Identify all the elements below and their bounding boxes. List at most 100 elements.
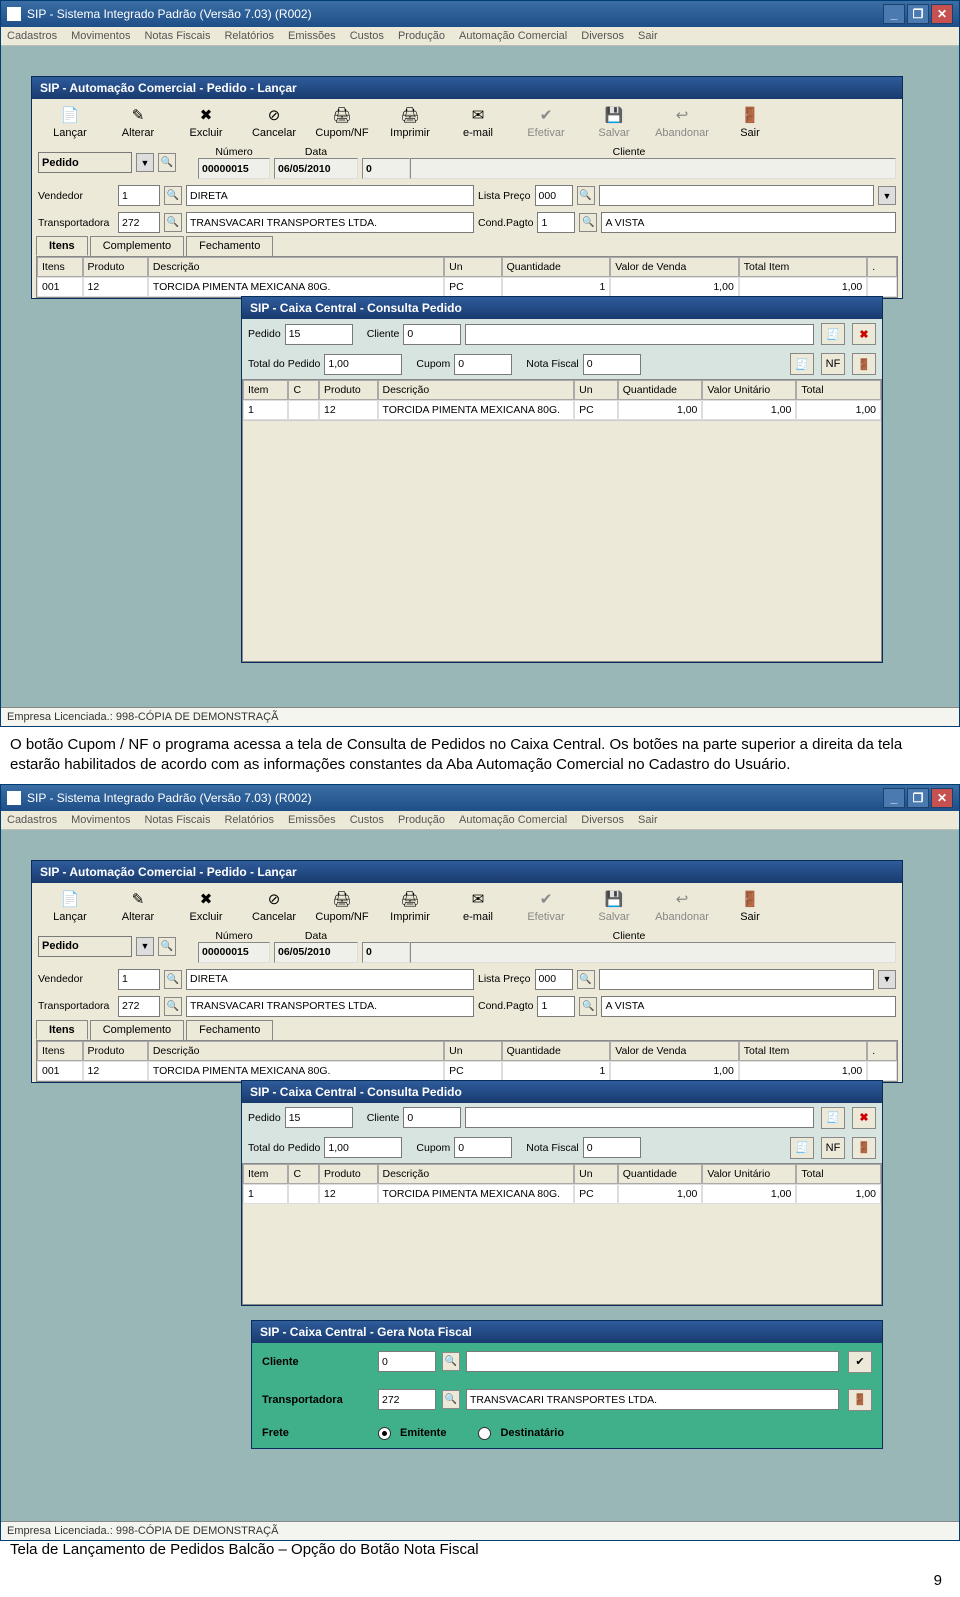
minimize-button[interactable]: _: [883, 4, 905, 24]
vendedor-cod-field[interactable]: 1: [118, 185, 160, 206]
search-icon[interactable]: 🔍: [164, 997, 182, 1016]
chevron-down-icon[interactable]: ▼: [136, 937, 154, 956]
menu-item[interactable]: Diversos: [581, 30, 624, 42]
excluir-button[interactable]: ✖Excluir: [172, 887, 240, 925]
pedido-combo[interactable]: Pedido: [38, 152, 132, 173]
receipt-button-2[interactable]: 🧾: [790, 353, 814, 375]
lista-field[interactable]: 000: [535, 969, 573, 990]
radio-emitente[interactable]: [378, 1427, 391, 1440]
search-icon[interactable]: 🔍: [577, 970, 595, 989]
exit-button[interactable]: 🚪: [848, 1389, 872, 1411]
cond-cod-field[interactable]: 1: [537, 996, 575, 1017]
receipt-button[interactable]: 🧾: [821, 1107, 845, 1129]
modal2-cliente-field[interactable]: 0: [378, 1351, 436, 1372]
maximize-button[interactable]: ❐: [907, 4, 929, 24]
search-icon[interactable]: 🔍: [579, 213, 597, 232]
tab-complemento[interactable]: Complemento: [90, 236, 184, 256]
menu-item[interactable]: Sair: [638, 814, 658, 826]
receipt-button-2[interactable]: 🧾: [790, 1137, 814, 1159]
mail-icon: ✉: [468, 105, 488, 125]
search-icon[interactable]: 🔍: [164, 970, 182, 989]
table-row[interactable]: 001 12 TORCIDA PIMENTA MEXICANA 80G. PC …: [37, 1061, 897, 1081]
close-modal-button[interactable]: ✖: [852, 323, 876, 345]
exit-modal-button[interactable]: 🚪: [852, 353, 876, 375]
imprimir-button[interactable]: 🖨Imprimir: [376, 887, 444, 925]
mail-icon: ✉: [468, 889, 488, 909]
cupom-nf-button[interactable]: 🖨Cupom/NF: [308, 887, 376, 925]
email-button[interactable]: ✉e-mail: [444, 103, 512, 141]
chevron-down-icon[interactable]: ▼: [878, 186, 896, 205]
close-modal-button[interactable]: ✖: [852, 1107, 876, 1129]
search-icon[interactable]: 🔍: [579, 997, 597, 1016]
menu-item[interactable]: Cadastros: [7, 814, 57, 826]
search-icon[interactable]: 🔍: [158, 937, 176, 956]
sair-button[interactable]: 🚪Sair: [716, 103, 784, 141]
menu-item[interactable]: Produção: [398, 814, 445, 826]
excluir-button[interactable]: ✖Excluir: [172, 103, 240, 141]
receipt-button[interactable]: 🧾: [821, 323, 845, 345]
tab-complemento[interactable]: Complemento: [90, 1020, 184, 1040]
cancelar-button[interactable]: ⊘Cancelar: [240, 887, 308, 925]
search-icon[interactable]: 🔍: [164, 186, 182, 205]
confirm-button[interactable]: ✔: [848, 1351, 872, 1373]
menu-item[interactable]: Custos: [350, 814, 384, 826]
search-icon[interactable]: 🔍: [164, 213, 182, 232]
chevron-down-icon[interactable]: ▼: [136, 153, 154, 172]
sair-button[interactable]: 🚪Sair: [716, 887, 784, 925]
table-row[interactable]: 1 12 TORCIDA PIMENTA MEXICANA 80G. PC 1,…: [243, 1184, 881, 1204]
tab-fechamento[interactable]: Fechamento: [186, 1020, 273, 1040]
tab-fechamento[interactable]: Fechamento: [186, 236, 273, 256]
cond-cod-field[interactable]: 1: [537, 212, 575, 233]
tab-itens[interactable]: Itens: [36, 236, 88, 256]
tab-itens[interactable]: Itens: [36, 1020, 88, 1040]
menu-item[interactable]: Produção: [398, 30, 445, 42]
vendedor-cod-field[interactable]: 1: [118, 969, 160, 990]
menu-item[interactable]: Emissões: [288, 30, 336, 42]
radio-destinatario[interactable]: [478, 1427, 491, 1440]
search-icon[interactable]: 🔍: [442, 1390, 460, 1409]
menu-item[interactable]: Notas Fiscais: [144, 814, 210, 826]
nf-button[interactable]: NF: [821, 353, 845, 375]
cupom-nf-button[interactable]: 🖨Cupom/NF: [308, 103, 376, 141]
menu-item[interactable]: Relatórios: [224, 814, 274, 826]
menu-item[interactable]: Diversos: [581, 814, 624, 826]
transp-cod-field[interactable]: 272: [118, 996, 160, 1017]
imprimir-button[interactable]: 🖨Imprimir: [376, 103, 444, 141]
lista-field[interactable]: 000: [535, 185, 573, 206]
alterar-button[interactable]: ✎Alterar: [104, 103, 172, 141]
itens-grid: Itens Produto Descrição Un Quantidade Va…: [36, 256, 898, 298]
lancar-button[interactable]: 📄Lançar: [36, 887, 104, 925]
close-button[interactable]: ✕: [931, 4, 953, 24]
search-icon[interactable]: 🔍: [158, 153, 176, 172]
maximize-button[interactable]: ❐: [907, 788, 929, 808]
menu-item[interactable]: Emissões: [288, 814, 336, 826]
menu-item[interactable]: Sair: [638, 30, 658, 42]
lancar-button[interactable]: 📄Lançar: [36, 103, 104, 141]
nf-button[interactable]: NF: [821, 1137, 845, 1159]
close-button[interactable]: ✕: [931, 788, 953, 808]
table-row[interactable]: 1 12 TORCIDA PIMENTA MEXICANA 80G. PC 1,…: [243, 400, 881, 420]
menu-item[interactable]: Cadastros: [7, 30, 57, 42]
minimize-button[interactable]: _: [883, 788, 905, 808]
exit-modal-button[interactable]: 🚪: [852, 1137, 876, 1159]
search-icon[interactable]: 🔍: [442, 1352, 460, 1371]
table-row[interactable]: 001 12 TORCIDA PIMENTA MEXICANA 80G. PC …: [37, 277, 897, 297]
pedido-combo[interactable]: Pedido: [38, 936, 132, 957]
search-icon[interactable]: 🔍: [577, 186, 595, 205]
menu-item[interactable]: Custos: [350, 30, 384, 42]
email-button[interactable]: ✉e-mail: [444, 887, 512, 925]
menu-item[interactable]: Movimentos: [71, 814, 130, 826]
menu-item[interactable]: Movimentos: [71, 30, 130, 42]
cell: [288, 1184, 319, 1204]
transp-cod-field[interactable]: 272: [118, 212, 160, 233]
cell: 1,00: [610, 277, 738, 297]
menu-item[interactable]: Relatórios: [224, 30, 274, 42]
modal2-transp-cod[interactable]: 272: [378, 1389, 436, 1410]
alterar-button[interactable]: ✎Alterar: [104, 887, 172, 925]
cancelar-button[interactable]: ⊘Cancelar: [240, 103, 308, 141]
modal-nf-field: 0: [583, 354, 641, 375]
menu-item[interactable]: Automação Comercial: [459, 814, 567, 826]
menu-item[interactable]: Notas Fiscais: [144, 30, 210, 42]
chevron-down-icon[interactable]: ▼: [878, 970, 896, 989]
menu-item[interactable]: Automação Comercial: [459, 30, 567, 42]
